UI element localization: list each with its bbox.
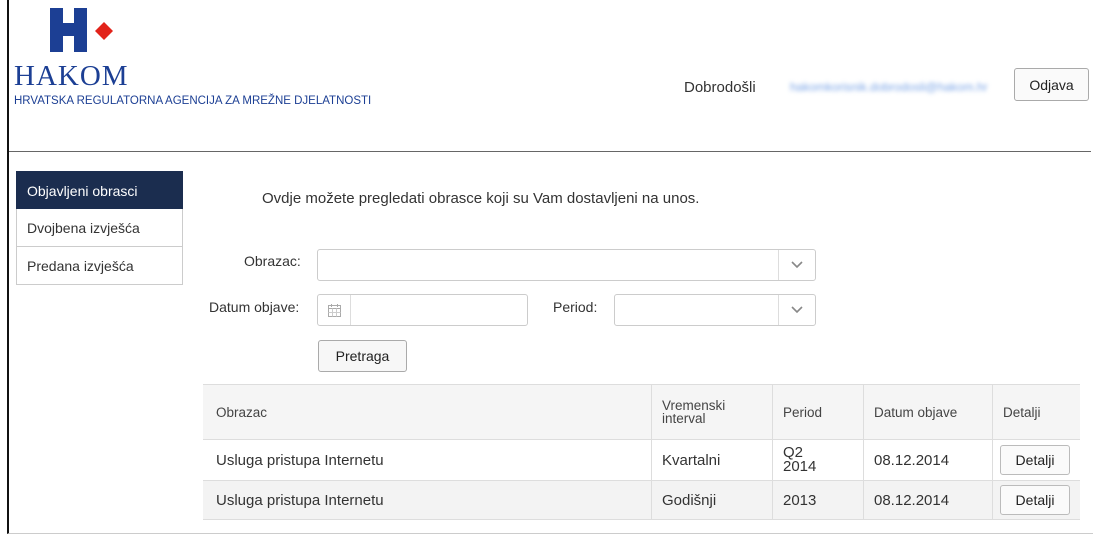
- column-header-detalji: Detalji: [992, 384, 1080, 440]
- chevron-down-icon: [778, 250, 815, 280]
- brand-name: HAKOM: [14, 60, 129, 92]
- column-header-interval: Vremenski interval: [651, 384, 773, 440]
- cell-interval: Kvartalni: [651, 439, 773, 481]
- date-filter-label: Datum objave:: [209, 299, 300, 315]
- period-filter-label: Period:: [553, 299, 598, 315]
- cell-datum: 08.12.2014: [863, 480, 993, 520]
- logout-button[interactable]: Odjava: [1014, 68, 1089, 101]
- column-header-obrazac: Obrazac: [203, 384, 652, 440]
- cell-period: 2013: [772, 480, 864, 520]
- cell-period-year: 2014: [783, 458, 817, 475]
- sidebar-item-objavljeni-obrasci[interactable]: Objavljeni obrasci: [16, 171, 183, 209]
- cell-obrazac: Usluga pristupa Internetu: [203, 439, 652, 481]
- sidebar-item-dvojbena-izvjesca[interactable]: Dvojbena izvješća: [16, 209, 183, 247]
- sidebar-item-predana-izvjesca[interactable]: Predana izvješća: [16, 247, 183, 285]
- cell-interval: Godišnji: [651, 480, 773, 520]
- brand-subtitle: HRVATSKA REGULATORNA AGENCIJA ZA MREŽNE …: [14, 95, 372, 107]
- intro-text: Ovdje možete pregledati obrasce koji su …: [262, 190, 700, 207]
- column-header-interval-text: Vremenski interval: [662, 397, 726, 426]
- table-row: Usluga pristupa Internetu Godišnji 2013 …: [203, 480, 1080, 520]
- cell-datum: 08.12.2014: [863, 439, 993, 481]
- table-header-row: Obrazac Vremenski interval Period Datum …: [203, 384, 1080, 440]
- chevron-down-icon: [778, 295, 815, 325]
- form-select[interactable]: [317, 249, 816, 281]
- search-button[interactable]: Pretraga: [318, 340, 407, 372]
- table-row: Usluga pristupa Internetu Kvartalni Q2 2…: [203, 439, 1080, 481]
- welcome-text: Dobrodošli: [684, 79, 756, 96]
- details-button[interactable]: Detalji: [1000, 485, 1070, 515]
- date-input[interactable]: [317, 294, 528, 326]
- cell-detalji: Detalji: [992, 439, 1080, 481]
- user-email-link[interactable]: hakomkorisnik.dobrodosli@hakom.hr: [790, 80, 988, 94]
- column-header-datum: Datum objave: [863, 384, 993, 440]
- cell-period: Q2 2014: [772, 439, 864, 481]
- calendar-icon[interactable]: [318, 295, 351, 325]
- period-select[interactable]: [614, 294, 816, 326]
- details-button[interactable]: Detalji: [1000, 445, 1070, 475]
- form-filter-label: Obrazac:: [244, 253, 301, 269]
- sidebar-nav: Objavljeni obrasci Dvojbena izvješća Pre…: [16, 171, 183, 285]
- cell-obrazac: Usluga pristupa Internetu: [203, 480, 652, 520]
- cell-detalji: Detalji: [992, 480, 1080, 520]
- hakom-logo-icon: [50, 8, 113, 52]
- header-divider: [9, 151, 1091, 152]
- forms-table: Obrazac Vremenski interval Period Datum …: [203, 384, 1080, 520]
- column-header-period: Period: [772, 384, 864, 440]
